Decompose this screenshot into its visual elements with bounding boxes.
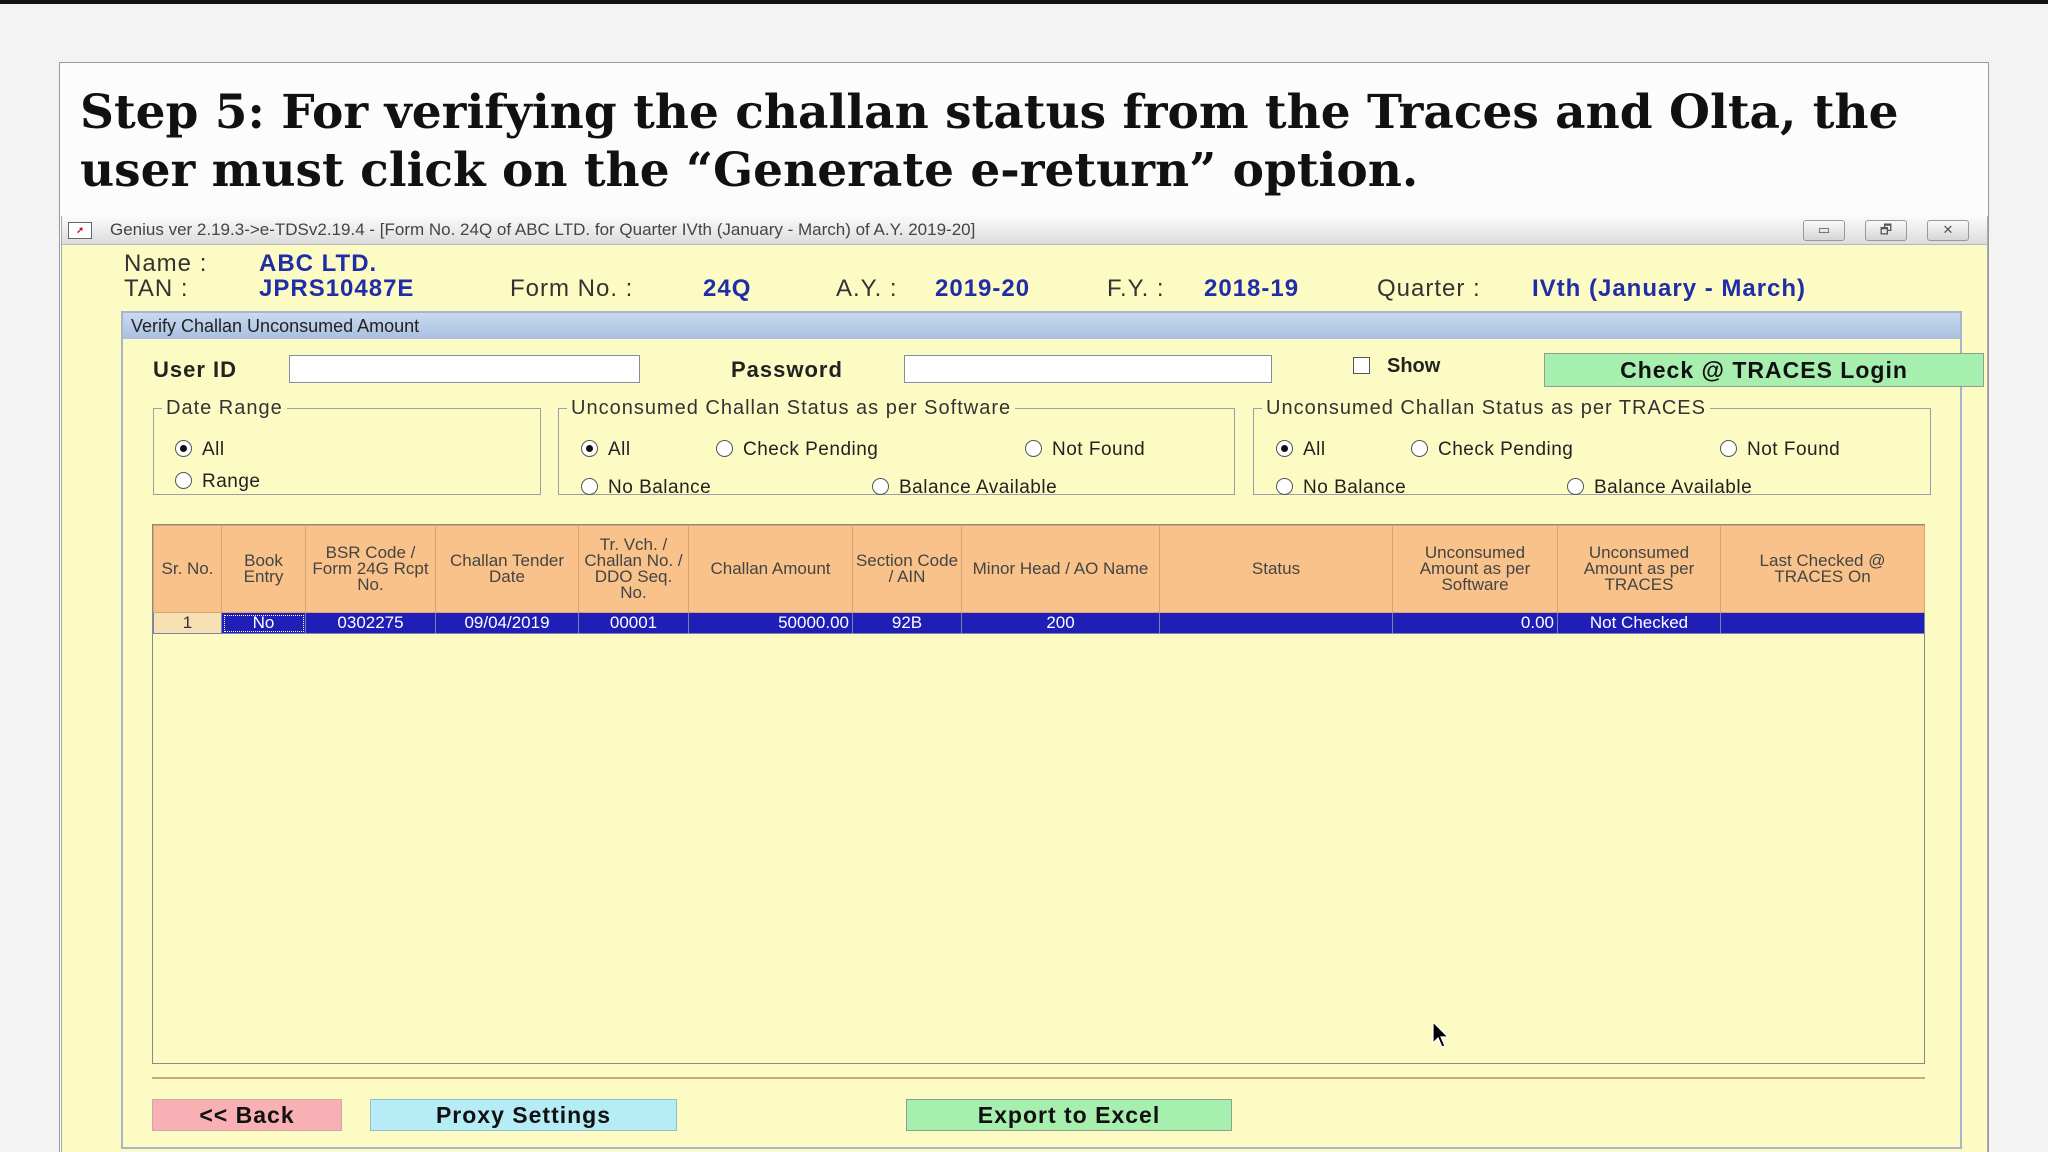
bottom-divider xyxy=(152,1077,1925,1079)
software-balance-available-radio[interactable]: Balance Available xyxy=(872,477,1057,499)
date-range-range-radio[interactable]: Range xyxy=(175,471,261,493)
software-not-found-radio[interactable]: Not Found xyxy=(1025,439,1145,461)
challan-table: Sr. No. Book Entry BSR Code / Form 24G R… xyxy=(153,525,1925,634)
name-value: ABC LTD. xyxy=(259,250,378,277)
software-status-legend: Unconsumed Challan Status as per Softwar… xyxy=(571,397,1012,419)
col-bsr-code[interactable]: BSR Code / Form 24G Rcpt No. xyxy=(305,525,436,613)
back-button[interactable]: << Back xyxy=(152,1099,342,1131)
form-value: 24Q xyxy=(703,275,752,302)
col-minor-head[interactable]: Minor Head / AO Name xyxy=(961,525,1160,613)
traces-not-found-radio[interactable]: Not Found xyxy=(1720,439,1840,461)
cell-challan-amount[interactable]: 50000.00 xyxy=(688,612,853,634)
step-instruction: Step 5: For verifying the challan status… xyxy=(80,85,1899,198)
software-check-pending-radio[interactable]: Check Pending xyxy=(716,439,878,461)
traces-check-pending-radio[interactable]: Check Pending xyxy=(1411,439,1573,461)
show-password-label: Show xyxy=(1387,355,1441,377)
password-input[interactable] xyxy=(904,355,1272,383)
col-status[interactable]: Status xyxy=(1159,525,1393,613)
mouse-cursor-icon xyxy=(1432,1021,1450,1048)
software-all-radio[interactable]: All xyxy=(581,439,631,461)
cell-tender-date[interactable]: 09/04/2019 xyxy=(435,612,579,634)
show-password-checkbox[interactable] xyxy=(1353,357,1370,374)
app-icon: ➚ xyxy=(68,222,92,239)
col-unconsumed-traces[interactable]: Unconsumed Amount as per TRACES xyxy=(1557,525,1721,613)
cell-unconsumed-software[interactable]: 0.00 xyxy=(1392,612,1558,634)
quarter-label: Quarter : xyxy=(1377,275,1481,302)
verify-challan-dialog: Verify Challan Unconsumed Amount User ID… xyxy=(121,311,1984,1149)
cell-challan-no[interactable]: 00001 xyxy=(578,612,689,634)
cell-bsr-code[interactable]: 0302275 xyxy=(305,612,436,634)
form-label: Form No. : xyxy=(510,275,634,302)
window-titlebar: ➚ Genius ver 2.19.3->e-TDSv2.19.4 - [For… xyxy=(62,216,1987,245)
table-row[interactable]: 1 No 0302275 09/04/2019 00001 50000.00 9… xyxy=(153,612,1925,634)
fy-value: 2018-19 xyxy=(1204,275,1300,302)
radio-icon xyxy=(175,472,192,489)
tan-label: TAN : xyxy=(124,275,189,302)
close-button[interactable]: ✕ xyxy=(1927,220,1969,241)
col-book-entry[interactable]: Book Entry xyxy=(221,525,306,613)
challan-grid[interactable]: Sr. No. Book Entry BSR Code / Form 24G R… xyxy=(152,524,1925,1064)
tan-value: JPRS10487E xyxy=(259,275,415,302)
password-label: Password xyxy=(731,357,843,382)
user-id-input[interactable] xyxy=(289,355,640,383)
col-challan-no[interactable]: Tr. Vch. / Challan No. / DDO Seq. No. xyxy=(578,525,689,613)
radio-icon xyxy=(1025,440,1042,457)
radio-icon xyxy=(1411,440,1428,457)
col-last-checked[interactable]: Last Checked @ TRACES On xyxy=(1720,525,1925,613)
date-range-all-radio[interactable]: All xyxy=(175,439,225,461)
traces-balance-available-radio[interactable]: Balance Available xyxy=(1567,477,1752,499)
traces-status-legend: Unconsumed Challan Status as per TRACES xyxy=(1266,397,1706,419)
col-tender-date[interactable]: Challan Tender Date xyxy=(435,525,579,613)
export-to-excel-button[interactable]: Export to Excel xyxy=(906,1099,1232,1131)
table-header-row: Sr. No. Book Entry BSR Code / Form 24G R… xyxy=(153,525,1925,613)
quarter-value: IVth (January - March) xyxy=(1532,275,1807,302)
date-range-legend: Date Range xyxy=(166,397,283,419)
radio-selected-icon xyxy=(1276,440,1293,457)
traces-all-radio[interactable]: All xyxy=(1276,439,1326,461)
minimize-button[interactable]: ▭ xyxy=(1803,220,1845,241)
app-window: ➚ Genius ver 2.19.3->e-TDSv2.19.4 - [For… xyxy=(61,216,1988,1152)
col-challan-amount[interactable]: Challan Amount xyxy=(688,525,853,613)
cell-book-entry[interactable]: No xyxy=(221,612,306,634)
radio-selected-icon xyxy=(175,440,192,457)
col-section-code[interactable]: Section Code / AIN xyxy=(852,525,962,613)
radio-icon xyxy=(1567,478,1584,495)
name-label: Name : xyxy=(124,250,208,277)
proxy-settings-button[interactable]: Proxy Settings xyxy=(370,1099,677,1131)
radio-selected-icon xyxy=(581,440,598,457)
radio-icon xyxy=(581,478,598,495)
ay-value: 2019-20 xyxy=(935,275,1031,302)
cell-minor-head[interactable]: 200 xyxy=(961,612,1160,634)
radio-icon xyxy=(716,440,733,457)
traces-no-balance-radio[interactable]: No Balance xyxy=(1276,477,1406,499)
col-unconsumed-software[interactable]: Unconsumed Amount as per Software xyxy=(1392,525,1558,613)
ay-label: A.Y. : xyxy=(836,275,898,302)
window-title: Genius ver 2.19.3->e-TDSv2.19.4 - [Form … xyxy=(110,220,976,239)
cell-unconsumed-traces[interactable]: Not Checked xyxy=(1557,612,1721,634)
cell-status[interactable] xyxy=(1159,612,1393,634)
cell-last-checked[interactable] xyxy=(1720,612,1925,634)
radio-icon xyxy=(1720,440,1737,457)
check-traces-login-button[interactable]: Check @ TRACES Login xyxy=(1544,353,1984,387)
dialog-title: Verify Challan Unconsumed Amount xyxy=(123,313,1960,339)
fy-label: F.Y. : xyxy=(1107,275,1165,302)
col-sr-no[interactable]: Sr. No. xyxy=(153,525,222,613)
cell-sr-no: 1 xyxy=(153,612,222,634)
restore-button[interactable]: 🗗 xyxy=(1865,220,1907,241)
radio-icon xyxy=(872,478,889,495)
radio-icon xyxy=(1276,478,1293,495)
cell-section-code[interactable]: 92B xyxy=(852,612,962,634)
software-no-balance-radio[interactable]: No Balance xyxy=(581,477,711,499)
screen-top-edge xyxy=(0,0,2048,4)
user-id-label: User ID xyxy=(153,357,238,382)
